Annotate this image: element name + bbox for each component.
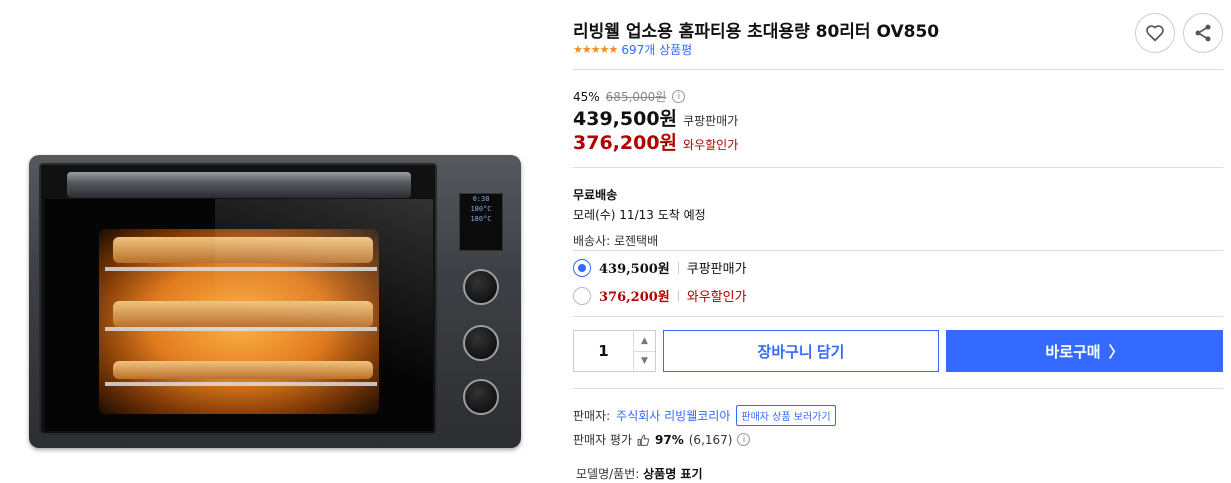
seller-rating-row: 판매자 평가 97% (6,167) i (573, 431, 751, 448)
seller-rating-percent: 97% (655, 432, 684, 447)
wishlist-button[interactable] (1135, 13, 1175, 53)
add-to-cart-button[interactable]: 장바구니 담기 (663, 330, 939, 372)
option-wow-price: 376,200원 (599, 290, 670, 305)
seller-rating-count: (6,167) (688, 432, 733, 447)
quantity-controls: ▲ ▼ (633, 331, 655, 371)
model-value: 상품명 표기 (643, 467, 703, 481)
share-icon (1195, 24, 1211, 42)
divider-title (573, 69, 1223, 70)
original-price: 685,000원 (605, 90, 667, 104)
option-coupang-label: 쿠팡판매가 (686, 262, 747, 277)
option-separator (677, 261, 679, 274)
option-coupang-price: 439,500원 (599, 262, 670, 277)
product-image[interactable]: 0:38 180°C 180°C (0, 0, 560, 483)
coupang-price: 439,500원 (573, 108, 678, 130)
radio-coupang[interactable] (573, 258, 591, 277)
heart-icon (1146, 25, 1164, 42)
seller-prefix: 판매자: (573, 409, 611, 423)
rating-stars: ★★★★★ (573, 43, 618, 56)
option-coupang[interactable]: 439,500원 쿠팡판매가 (573, 258, 747, 277)
model-prefix: 모델명/품번: (576, 467, 640, 481)
buy-now-button[interactable]: 바로구매 〉 (946, 330, 1223, 372)
thumbs-up-icon (637, 434, 650, 446)
rating-row[interactable]: ★★★★★ 697개 상품평 (573, 41, 692, 58)
wow-price-row: 376,200원 와우할인가 (573, 128, 738, 155)
view-seller-products-button[interactable]: 판매자 상품 보러가기 (736, 405, 836, 426)
radio-wow[interactable] (573, 286, 591, 305)
seller-rating-prefix: 판매자 평가 (573, 433, 633, 447)
wow-price-label: 와우할인가 (683, 138, 739, 152)
option-wow[interactable]: 376,200원 와우할인가 (573, 286, 747, 305)
display-temp-top: 180°C (470, 205, 492, 213)
oven-window (45, 199, 433, 431)
oven-knob-bottom (463, 379, 499, 415)
option-separator (677, 289, 679, 302)
seller-name-link[interactable]: 주식회사 리빙웰코리아 (616, 407, 730, 424)
quantity-stepper[interactable]: 1 ▲ ▼ (573, 330, 656, 372)
chevron-right-icon: 〉 (1108, 343, 1124, 361)
quantity-down-icon[interactable]: ▼ (634, 352, 655, 372)
option-wow-label: 와우할인가 (686, 290, 747, 305)
quantity-up-icon[interactable]: ▲ (634, 331, 655, 352)
discount-row: 45% 685,000원 i (573, 88, 686, 105)
discount-rate: 45% (573, 89, 600, 104)
shipping-carrier: 배송사: 로젠택배 (573, 234, 659, 248)
oven-illustration: 0:38 180°C 180°C (29, 155, 521, 448)
display-temp-bottom: 180°C (470, 215, 492, 223)
quantity-value[interactable]: 1 (574, 331, 633, 371)
display-timer: 0:38 (472, 195, 490, 203)
oven-knob-top (463, 269, 499, 305)
divider-shipping (573, 250, 1223, 251)
divider-options (573, 316, 1223, 317)
info-icon[interactable]: i (672, 90, 686, 103)
coupang-price-label: 쿠팡판매가 (683, 114, 739, 128)
seller-row: 판매자: 주식회사 리빙웰코리아 판매자 상품 보러가기 (573, 405, 836, 426)
divider-price (573, 167, 1223, 168)
shipping-date: 모레(수) 11/13 도착 예정 (573, 208, 706, 222)
share-button[interactable] (1183, 13, 1223, 53)
glass-glare (215, 199, 433, 431)
shipping-title: 무료배송 (573, 188, 618, 202)
oven-control-display: 0:38 180°C 180°C (459, 193, 503, 251)
oven-handle (67, 172, 411, 198)
coupang-price-row: 439,500원 쿠팡판매가 (573, 104, 738, 131)
review-count-link[interactable]: 697개 상품평 (621, 41, 692, 58)
wow-price: 376,200원 (573, 132, 678, 154)
divider-purchase (573, 388, 1223, 389)
info-icon[interactable]: i (737, 433, 751, 446)
oven-knob-middle (463, 325, 499, 361)
buy-now-label: 바로구매 (1045, 343, 1101, 361)
product-title: 리빙웰 업소용 홈파티용 초대용량 80리터 OV850 (573, 22, 940, 42)
model-row: 모델명/품번: 상품명 표기 (576, 465, 703, 482)
oven-door (39, 163, 437, 435)
